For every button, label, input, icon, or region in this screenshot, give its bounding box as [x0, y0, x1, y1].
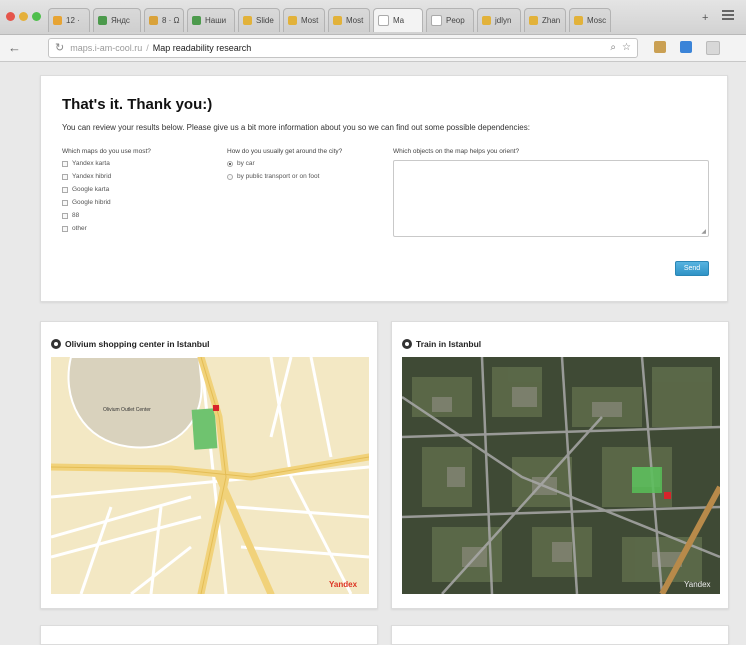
- radio-button[interactable]: [227, 160, 233, 167]
- browser-tab[interactable]: Peop: [426, 8, 474, 32]
- browser-toolbar: ← ↻ maps.i-am-cool.ru / Map readability …: [0, 35, 746, 62]
- checkbox[interactable]: [62, 160, 68, 167]
- browser-tab[interactable]: Most: [328, 8, 370, 32]
- browser-tab[interactable]: Mosc: [569, 8, 611, 32]
- favicon-icon: [192, 16, 201, 25]
- page-heading: That's it. Thank you:): [62, 96, 213, 113]
- favicon-icon: [529, 16, 538, 25]
- address-bar[interactable]: ↻ maps.i-am-cool.ru / Map readability re…: [48, 38, 638, 58]
- browser-tab[interactable]: Slide: [238, 8, 280, 32]
- map-card-next: [391, 625, 729, 645]
- radio-dot-icon[interactable]: [402, 339, 412, 349]
- satellite-map-image[interactable]: Yandex: [402, 357, 720, 594]
- page-icon: [378, 15, 389, 26]
- radio-option[interactable]: by public transport or on foot: [227, 173, 319, 180]
- url-separator: /: [146, 43, 149, 53]
- extension-icon[interactable]: [680, 41, 692, 53]
- favicon-icon: [243, 16, 252, 25]
- window-minimize-button[interactable]: [19, 12, 28, 21]
- map-provider-logo: Yandex: [329, 580, 358, 589]
- browser-tab[interactable]: Zhan: [524, 8, 566, 32]
- checkbox-option[interactable]: other: [62, 225, 87, 232]
- extension-icon[interactable]: [706, 41, 720, 55]
- resize-grip-icon[interactable]: ◢: [701, 228, 706, 235]
- browser-tab-strip: 12 · Яндс 8 · Ω Наши Slide Most Most Ma …: [0, 0, 746, 35]
- extension-icon[interactable]: [654, 41, 666, 53]
- browser-tab[interactable]: Наши: [187, 8, 235, 32]
- browser-tab[interactable]: jdlyn: [477, 8, 521, 32]
- transport-question-label: How do you usually get around the city?: [227, 148, 343, 155]
- url-host: maps.i-am-cool.ru: [70, 43, 143, 53]
- map-card-train: Train in Istanbul Yandex: [391, 321, 729, 609]
- radio-option[interactable]: by car: [227, 160, 255, 167]
- favicon-icon: [482, 16, 491, 25]
- tab-list: 12 · Яндс 8 · Ω Наши Slide Most Most Ma …: [48, 8, 614, 34]
- checkbox[interactable]: [62, 199, 68, 206]
- place-label: Olivium Outlet Center: [103, 407, 151, 413]
- maps-question-label: Which maps do you use most?: [62, 148, 151, 155]
- reload-icon[interactable]: ↻: [55, 39, 64, 57]
- checkbox-option[interactable]: Yandex karta: [62, 160, 110, 167]
- window-maximize-button[interactable]: [32, 12, 41, 21]
- favicon-icon: [53, 16, 62, 25]
- checkbox[interactable]: [62, 173, 68, 180]
- back-button[interactable]: ←: [8, 40, 21, 55]
- map-card-next: [40, 625, 378, 645]
- browser-tab-active[interactable]: Ma: [373, 8, 423, 32]
- favicon-icon: [288, 16, 297, 25]
- objects-question-label: Which objects on the map helps you orien…: [393, 148, 520, 155]
- map-card-title: Train in Istanbul: [402, 339, 481, 349]
- new-tab-button[interactable]: +: [702, 12, 708, 24]
- browser-tab[interactable]: Яндс: [93, 8, 141, 32]
- location-marker-icon: [664, 492, 671, 499]
- checkbox-option[interactable]: 88: [62, 212, 79, 219]
- page-title: Map readability research: [152, 43, 252, 53]
- street-map-image[interactable]: Olivium Outlet Center Yandex: [51, 357, 369, 594]
- browser-tab[interactable]: Most: [283, 8, 325, 32]
- location-marker-icon: [213, 405, 219, 411]
- checkbox[interactable]: [62, 186, 68, 193]
- browser-tab[interactable]: 12 ·: [48, 8, 90, 32]
- map-provider-logo: Yandex: [684, 580, 711, 589]
- survey-card: That's it. Thank you:) You can review yo…: [40, 75, 728, 302]
- star-icon[interactable]: ☆: [622, 39, 631, 57]
- page-icon: [431, 15, 442, 26]
- objects-textarea[interactable]: ◢: [393, 160, 709, 237]
- favicon-icon: [574, 16, 583, 25]
- checkbox-option[interactable]: Google karta: [62, 186, 109, 193]
- radio-button[interactable]: [227, 173, 233, 180]
- search-icon[interactable]: ⌕: [610, 39, 616, 57]
- window-close-button[interactable]: [6, 12, 15, 21]
- browser-tab[interactable]: 8 · Ω: [144, 8, 184, 32]
- map-card-title: Olivium shopping center in Istanbul: [51, 339, 210, 349]
- checkbox-option[interactable]: Google hibrid: [62, 199, 111, 206]
- menu-icon[interactable]: [722, 10, 734, 22]
- send-button[interactable]: Send: [675, 261, 709, 276]
- checkbox[interactable]: [62, 212, 68, 219]
- intro-text: You can review your results below. Pleas…: [62, 123, 530, 132]
- favicon-icon: [149, 16, 158, 25]
- map-card-olivium: Olivium shopping center in Istanbul Oliv…: [40, 321, 378, 609]
- checkbox-option[interactable]: Yandex hibrid: [62, 173, 111, 180]
- checkbox[interactable]: [62, 225, 68, 232]
- favicon-icon: [98, 16, 107, 25]
- favicon-icon: [333, 16, 342, 25]
- radio-dot-icon[interactable]: [51, 339, 61, 349]
